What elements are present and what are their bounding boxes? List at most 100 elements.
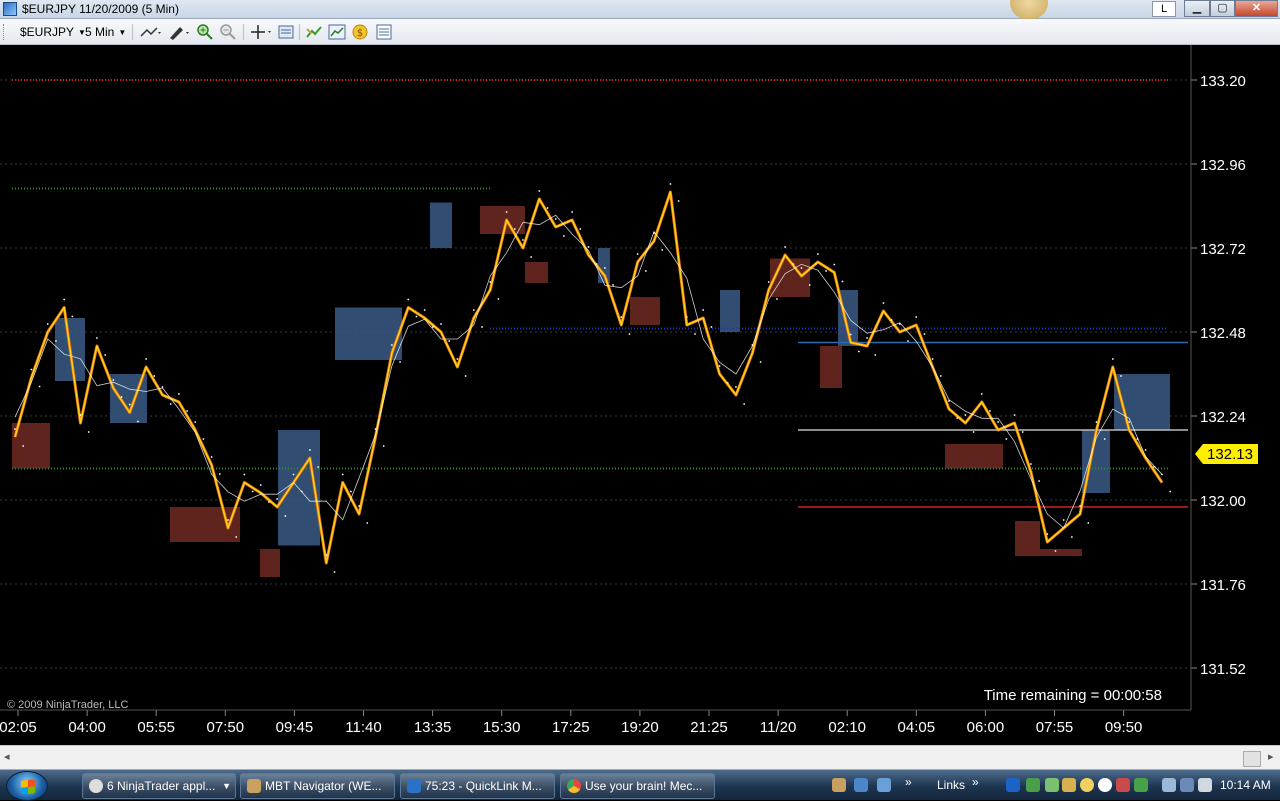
taskbar-task-browser[interactable]: Use your brain! Mec...: [560, 773, 715, 799]
price-tick-label: 132.48: [1200, 325, 1246, 342]
data-point-marker: [759, 361, 762, 363]
time-tick-label: 17:25: [552, 719, 590, 736]
line-style-icon[interactable]: [138, 23, 164, 41]
tray-app-icon[interactable]: [832, 778, 846, 792]
data-point-marker: [374, 428, 377, 430]
tray-app-icon[interactable]: [854, 778, 868, 792]
chevron-right-icon[interactable]: »: [905, 775, 912, 789]
properties-icon[interactable]: [375, 23, 393, 41]
taskbar-task-ninjatrader[interactable]: 6 NinjaTrader appl... ▼: [82, 773, 236, 799]
scroll-thumb[interactable]: [1243, 751, 1261, 767]
crosshair-icon[interactable]: [248, 23, 274, 41]
chrome-icon: [567, 779, 581, 793]
scroll-right-arrow[interactable]: ▸: [1268, 750, 1274, 763]
data-point-marker: [46, 323, 49, 325]
system-clock[interactable]: 10:14 AM: [1220, 778, 1271, 792]
data-point-marker: [317, 466, 320, 468]
maximize-button[interactable]: ▢: [1210, 0, 1235, 17]
chart-trader-icon[interactable]: [305, 23, 323, 41]
data-point-marker: [1144, 449, 1147, 451]
window-title: $EURJPY 11/20/2009 (5 Min): [22, 2, 179, 16]
task-label: MBT Navigator (WE...: [265, 779, 382, 793]
price-chart[interactable]: 133.20 132.96 132.72 132.48 132.24 132.00 131.…: [0, 45, 1280, 745]
data-point-marker: [415, 315, 418, 318]
links-toolbar-label[interactable]: Links: [937, 778, 965, 792]
data-point-marker: [677, 200, 680, 202]
tray-app-icon[interactable]: [1080, 778, 1094, 792]
data-point-marker: [710, 326, 713, 328]
grid-layer: [0, 79, 1191, 669]
data-point-marker: [464, 375, 467, 377]
draw-pen-icon[interactable]: [166, 23, 192, 41]
taskbar-task-mbt-navigator[interactable]: MBT Navigator (WE...: [240, 773, 395, 799]
data-point-marker: [1021, 431, 1024, 433]
tray-app-icon[interactable]: [1045, 778, 1059, 792]
tray-app-icon[interactable]: [1116, 778, 1130, 792]
instrument-selector[interactable]: $EURJPY ▼: [20, 23, 86, 41]
tray-app-icon[interactable]: [877, 778, 891, 792]
strategy-icon[interactable]: $: [351, 23, 369, 41]
interval-label: 5 Min: [85, 25, 115, 39]
price-tick-label: 131.52: [1200, 661, 1246, 678]
data-point-marker: [440, 323, 442, 325]
close-button[interactable]: ✕: [1235, 0, 1278, 17]
time-tick-label: 21:25: [690, 719, 728, 736]
data-point-marker: [431, 326, 434, 328]
taskbar-task-quicklink[interactable]: 75:23 - QuickLink M...: [400, 773, 555, 799]
copyright-label: © 2009 NinjaTrader, LLC: [7, 699, 128, 711]
data-point-marker: [1095, 421, 1098, 423]
start-button[interactable]: [6, 771, 48, 801]
data-box-icon[interactable]: [277, 23, 295, 41]
data-point-marker: [972, 431, 975, 433]
data-point-marker: [1046, 533, 1049, 535]
time-tick-label: 07:50: [207, 719, 245, 736]
data-point-marker: [120, 396, 123, 398]
data-point-marker: [71, 315, 74, 318]
data-point-marker: [743, 403, 746, 405]
last-price-value: 132.13: [1207, 446, 1253, 463]
network-icon[interactable]: [1162, 778, 1176, 792]
bear-range-box: [1040, 549, 1082, 556]
toolbar-separator: [132, 24, 133, 40]
toolbar-grip[interactable]: [3, 24, 6, 40]
data-point-marker: [513, 228, 516, 230]
data-point-marker: [538, 190, 541, 192]
zoom-out-icon[interactable]: [219, 23, 237, 41]
interval-selector[interactable]: 5 Min ▼: [85, 23, 126, 41]
tray-app-icon[interactable]: [1026, 778, 1040, 792]
data-point-marker: [333, 571, 336, 573]
axes: 133.20 132.96 132.72 132.48 132.24 132.00 131.…: [0, 73, 1246, 736]
tray-app-icon[interactable]: [1134, 778, 1148, 792]
minimize-button[interactable]: ▁: [1184, 0, 1210, 17]
chevron-right-icon[interactable]: »: [972, 775, 979, 789]
chart-horizontal-scrollbar[interactable]: ◂ ▸: [0, 745, 1280, 769]
data-point-marker: [251, 490, 254, 493]
tray-app-icon[interactable]: [1062, 778, 1076, 792]
chart-canvas[interactable]: 133.20 132.96 132.72 132.48 132.24 132.00 131.…: [0, 45, 1280, 745]
data-point-marker: [481, 326, 483, 328]
task-label: Use your brain! Mec...: [585, 779, 703, 793]
ie-tray-icon[interactable]: [1006, 778, 1020, 792]
data-point-marker: [792, 263, 795, 265]
data-point-marker: [136, 420, 139, 423]
instrument-label: $EURJPY: [20, 25, 75, 39]
data-point-marker: [407, 298, 410, 301]
scroll-left-arrow[interactable]: ◂: [4, 750, 10, 763]
time-tick-label: 07:55: [1036, 719, 1074, 736]
link-button[interactable]: L: [1152, 1, 1176, 17]
volume-icon[interactable]: [1198, 778, 1212, 792]
app-icon: [3, 2, 17, 16]
indicators-icon[interactable]: [328, 23, 346, 41]
data-point-marker: [923, 333, 926, 335]
zoom-in-icon[interactable]: [196, 23, 214, 41]
data-point-marker: [620, 316, 623, 318]
tray-app-icon[interactable]: [1180, 778, 1194, 792]
data-point-marker: [456, 358, 459, 360]
tray-app-icon[interactable]: [1098, 778, 1112, 792]
svg-text:$: $: [357, 28, 363, 39]
data-point-marker: [907, 340, 909, 342]
data-point-marker: [227, 519, 229, 521]
windows-taskbar: 6 NinjaTrader appl... ▼ MBT Navigator (W…: [0, 769, 1280, 801]
time-tick-label: 04:00: [68, 719, 106, 736]
data-point-marker: [497, 298, 500, 300]
